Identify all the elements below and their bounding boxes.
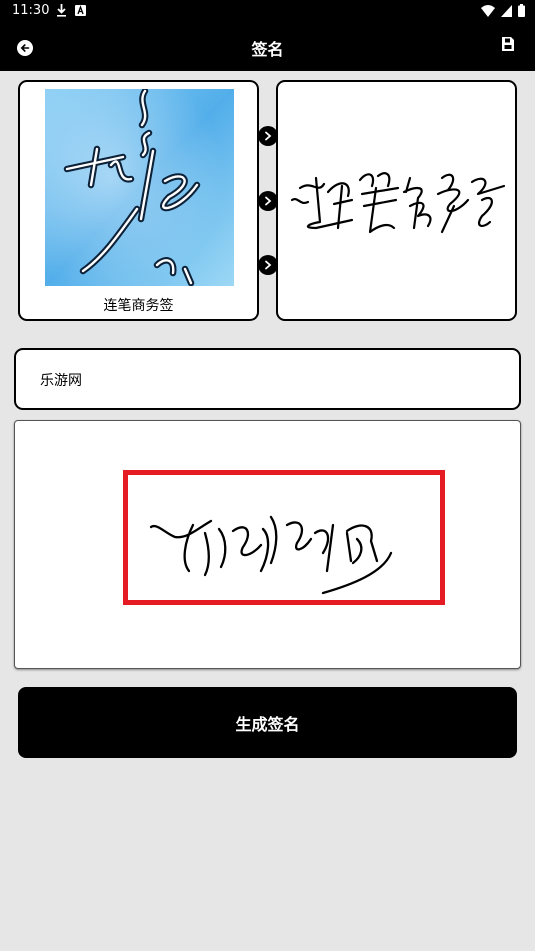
chevron-right-icon xyxy=(265,196,272,206)
name-input[interactable] xyxy=(40,368,480,392)
page-title: 签名 xyxy=(251,40,284,59)
wifi-icon xyxy=(481,4,495,17)
next-style-button[interactable] xyxy=(258,126,278,146)
status-time: 11:30 xyxy=(12,3,50,18)
signature-result-drawing xyxy=(149,515,393,595)
status-notification-icons xyxy=(56,4,86,17)
save-icon xyxy=(502,37,514,51)
download-icon xyxy=(57,4,66,17)
style-sample-card[interactable] xyxy=(276,80,517,321)
chevron-right-icon xyxy=(265,131,272,141)
style-name-label: 连笔商务签 xyxy=(103,298,174,314)
save-button[interactable] xyxy=(501,36,519,58)
next-style-button[interactable] xyxy=(258,191,278,211)
chevron-right-icon xyxy=(265,260,272,270)
a-badge-icon xyxy=(75,5,86,16)
style-preview-card[interactable]: 连笔商务签 xyxy=(18,80,259,321)
signal-icon xyxy=(501,4,512,17)
name-input-box[interactable] xyxy=(14,348,521,410)
status-system-icons xyxy=(481,4,525,17)
signature-result-area xyxy=(14,420,521,669)
generate-signature-button[interactable]: 生成签名 xyxy=(18,687,517,758)
battery-icon xyxy=(518,4,525,17)
status-bar: 11:30 xyxy=(0,0,535,24)
style-preview-image xyxy=(45,89,234,286)
signature-sample-drawing xyxy=(290,172,506,234)
generate-signature-label: 生成签名 xyxy=(235,714,300,734)
app-bar: 签名 xyxy=(0,24,535,71)
next-style-button[interactable] xyxy=(258,255,278,275)
